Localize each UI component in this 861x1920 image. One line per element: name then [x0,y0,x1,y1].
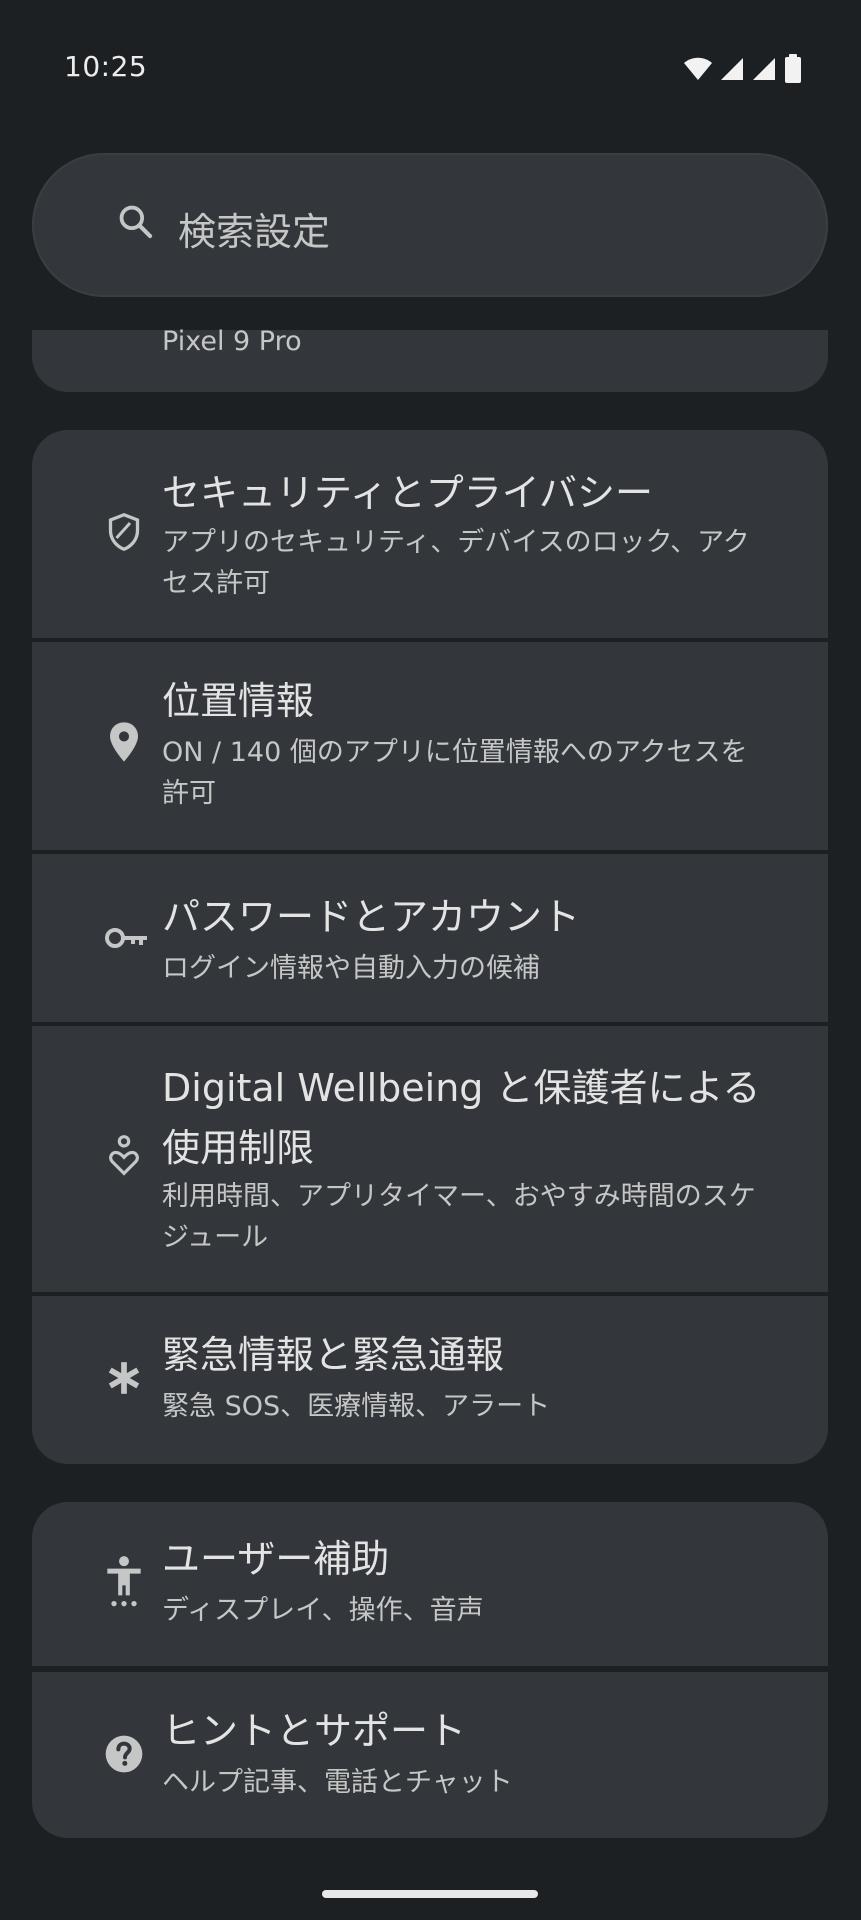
settings-item-location[interactable]: 位置情報 ON / 140 個のアプリに位置情報へのアクセスを許可 [32,642,828,850]
navigation-handle[interactable] [322,1890,538,1898]
wifi-icon [684,57,712,80]
settings-item-emergency[interactable]: 緊急情報と緊急通報 緊急 SOS、医療情報、アラート [32,1296,828,1464]
signal-icon [721,58,743,80]
settings-item-title: 緊急情報と緊急通報 [162,1333,505,1377]
settings-item-security[interactable]: セキュリティとプライバシー アプリのセキュリティ、デバイスのロック、アクセス許可 [32,430,828,638]
settings-item-title: 位置情報 [162,679,315,723]
settings-item-title: Digital Wellbeing と保護者による使用制限 [162,1066,761,1170]
signal-icon-2 [753,58,775,80]
settings-item-subtitle: ヘルプ記事、電話とチャット [162,1767,513,1798]
accessibility-icon [104,1554,144,1610]
search-bar[interactable]: 検索設定 [32,153,828,297]
search-icon [119,205,153,239]
battery-icon [785,54,801,83]
search-placeholder: 検索設定 [178,210,331,254]
settings-item-title: ユーザー補助 [162,1537,390,1581]
settings-item-subtitle: ディスプレイ、操作、音声 [162,1595,484,1626]
settings-item-title: セキュリティとプライバシー [162,471,653,515]
settings-item-subtitle: 緊急 SOS、医療情報、アラート [162,1391,551,1422]
about-phone-card[interactable]: Pixel 9 Pro [32,326,828,392]
asterisk-icon [104,1358,144,1398]
location-pin-icon [104,722,144,762]
settings-item-subtitle: アプリのセキュリティ、デバイスのロック、アクセス許可 [162,527,750,599]
settings-item-title: ヒントとサポート [162,1709,467,1753]
settings-item-subtitle: ON / 140 個のアプリに位置情報へのアクセスを許可 [162,737,748,809]
status-icons [683,54,803,84]
device-name: Pixel 9 Pro [162,326,302,357]
wellbeing-icon [104,1135,144,1176]
settings-item-subtitle: ログイン情報や自動入力の候補 [162,953,540,984]
status-time: 10:25 [64,50,148,83]
settings-item-title: パスワードとアカウント [162,895,581,939]
settings-item-digital-wellbeing[interactable]: Digital Wellbeing と保護者による使用制限 利用時間、アプリタイ… [32,1026,828,1292]
key-icon [104,918,150,958]
shield-icon [104,512,144,552]
help-icon [104,1734,144,1774]
settings-item-accessibility[interactable]: ユーザー補助 ディスプレイ、操作、音声 [32,1502,828,1666]
settings-item-tips-support[interactable]: ヒントとサポート ヘルプ記事、電話とチャット [32,1672,828,1838]
settings-item-passwords[interactable]: パスワードとアカウント ログイン情報や自動入力の候補 [32,854,828,1022]
status-bar: 10:25 [0,0,861,140]
settings-item-subtitle: 利用時間、アプリタイマー、おやすみ時間のスケジュール [162,1181,756,1253]
